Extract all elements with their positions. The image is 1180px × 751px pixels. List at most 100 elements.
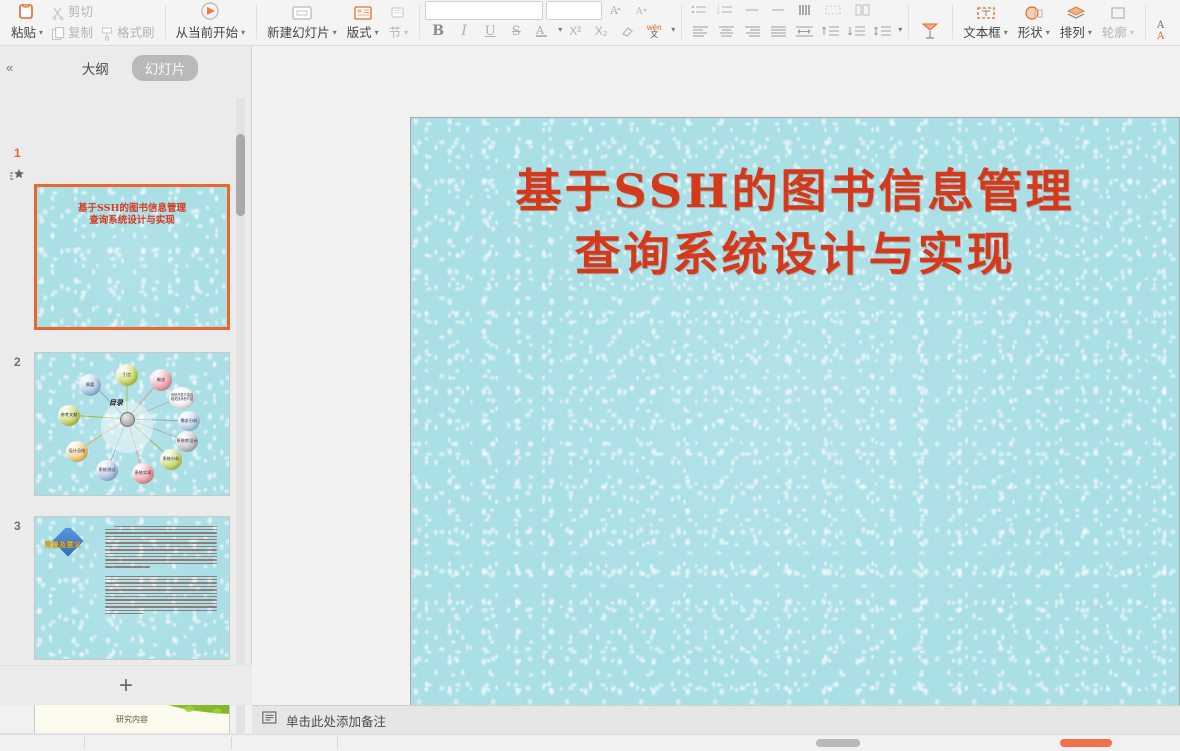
- current-slide-canvas[interactable]: 基于SSH的图书信息管理 查询系统设计与实现: [410, 117, 1180, 709]
- copy-button[interactable]: 复制: [48, 22, 97, 44]
- text-box-label: 文本框: [963, 26, 1001, 40]
- bold-button[interactable]: B: [426, 20, 450, 42]
- shapes-label: 形状: [1017, 26, 1043, 40]
- new-slide-icon: [289, 2, 315, 24]
- superscript-button[interactable]: X²: [563, 20, 587, 42]
- notes-placeholder: 单击此处添加备注: [286, 714, 387, 729]
- decrease-indent-button[interactable]: [740, 0, 764, 21]
- slide3-title-text: 背景及意义: [44, 542, 82, 550]
- format-painter-label: 格式刷: [117, 26, 155, 40]
- tab-outline[interactable]: 大纲: [69, 55, 122, 81]
- panel-tabs: 大纲 幻灯片: [53, 55, 199, 81]
- strikethrough-button[interactable]: S: [504, 20, 528, 42]
- arrange-icon: [1065, 2, 1087, 24]
- shapes-button[interactable]: 形状 ▾: [1013, 0, 1055, 45]
- mindmap-node-6: 系统分析: [160, 449, 182, 470]
- copy-label: 复制: [68, 26, 94, 40]
- font-size-input[interactable]: [546, 0, 603, 20]
- chevron-down-icon: ▾: [1087, 28, 1092, 37]
- ribbon-group-clipboard: 粘贴 ▾ 剪切 复制 格式刷: [0, 0, 165, 45]
- outline-button[interactable]: 轮廓 ▾: [1097, 0, 1139, 45]
- chevron-down-icon: ▾: [671, 24, 676, 34]
- decrease-font-size-button[interactable]: A: [629, 0, 653, 21]
- justify-button[interactable]: [766, 20, 790, 42]
- status-separator-3: [337, 737, 338, 749]
- outline-icon: [1108, 2, 1128, 24]
- slide-editing-stage[interactable]: 基于SSH的图书信息管理 查询系统设计与实现: [252, 46, 1180, 709]
- mindmap-node-5: 系统库设计: [176, 431, 198, 452]
- collapse-panel-button[interactable]: «: [6, 60, 13, 75]
- status-pill-gray[interactable]: [816, 739, 860, 747]
- clear-format-button[interactable]: [615, 20, 639, 42]
- slides-panel-header: « 大纲 幻灯片: [0, 46, 251, 90]
- text-direction-button[interactable]: [792, 0, 816, 21]
- cut-button[interactable]: 剪切: [48, 2, 97, 22]
- slide3-body-text: [104, 525, 218, 651]
- pinyin-button[interactable]: wén 文: [641, 20, 667, 42]
- align-center-button[interactable]: [714, 20, 738, 42]
- layout-button[interactable]: 版式 ▾: [342, 0, 384, 45]
- text-box-icon: [974, 2, 998, 24]
- chevron-down-icon: ▾: [39, 28, 44, 37]
- slide4-title: 研究内容: [116, 715, 148, 725]
- text-box-button[interactable]: 文本框 ▾: [958, 0, 1013, 45]
- slides-panel-scrollbar-thumb[interactable]: [236, 134, 245, 216]
- copy-icon: [52, 25, 65, 41]
- status-slot-2: [85, 735, 231, 751]
- italic-button[interactable]: I: [452, 20, 476, 42]
- increase-indent-button[interactable]: [766, 0, 790, 21]
- svg-text:2: 2: [717, 10, 720, 16]
- slide-thumbnail-3[interactable]: 背景及意义: [34, 516, 230, 660]
- line-spacing-increase-button[interactable]: [818, 20, 842, 42]
- mindmap-hub: [120, 412, 135, 427]
- columns-button[interactable]: [850, 0, 876, 21]
- slide-title-textbox[interactable]: 基于SSH的图书信息管理 查询系统设计与实现: [411, 160, 1179, 287]
- paste-button[interactable]: 粘贴 ▾: [6, 0, 48, 45]
- tab-slides[interactable]: 幻灯片: [131, 55, 199, 81]
- status-pill-orange[interactable]: [1060, 739, 1112, 747]
- status-slot-3: [232, 735, 337, 751]
- distribute-button[interactable]: [792, 20, 816, 42]
- format-painter-icon: [101, 25, 114, 41]
- section-button[interactable]: 节 ▾: [384, 0, 414, 45]
- svg-text:A: A: [609, 4, 619, 17]
- arrange-button[interactable]: 排列 ▾: [1055, 0, 1097, 45]
- play-from-current-button[interactable]: 从当前开始 ▾: [171, 0, 251, 45]
- play-from-current-label: 从当前开始: [175, 26, 239, 40]
- layout-icon: [352, 2, 374, 24]
- subscript-button[interactable]: X₂: [589, 20, 613, 42]
- ribbon-group-drawing: 文本框 ▾ 形状 ▾ 排列 ▾ 轮廓 ▾: [952, 0, 1145, 45]
- mindmap-node-3: 系统开发介绍及 相关技术的介绍: [169, 387, 195, 409]
- ribbon-toolbar: 粘贴 ▾ 剪切 复制 格式刷 从当前开始 ▾ 新建幻灯片 ▾ 版式 ▾ 节 ▾ …: [0, 0, 1180, 46]
- increase-font-size-button[interactable]: A: [603, 0, 627, 21]
- align-text-button[interactable]: [818, 0, 848, 21]
- align-left-button[interactable]: [688, 20, 712, 42]
- underline-button[interactable]: U: [478, 20, 502, 42]
- font-name-input[interactable]: [425, 0, 544, 20]
- chevron-down-icon: ▾: [1003, 28, 1008, 37]
- slide3-title-shape: 背景及意义: [44, 528, 113, 559]
- font-color-button[interactable]: A: [530, 20, 554, 42]
- mindmap-node-7: 系统实现: [132, 463, 154, 484]
- text-style-button[interactable]: AA: [1151, 0, 1177, 45]
- add-slide-button[interactable]: +: [0, 665, 252, 705]
- layout-label: 版式: [346, 26, 372, 40]
- line-spacing-button[interactable]: [870, 20, 894, 42]
- numbering-button[interactable]: 12: [714, 0, 738, 21]
- ribbon-group-slides: 新建幻灯片 ▾ 版式 ▾ 节 ▾: [256, 0, 419, 45]
- format-painter-button[interactable]: 格式刷: [97, 22, 159, 44]
- smartart-icon: [919, 20, 941, 42]
- cut-icon: [52, 4, 65, 20]
- bullets-button[interactable]: [688, 0, 712, 21]
- paste-icon: [16, 2, 38, 24]
- slide-thumbnail-2[interactable]: 摘要 引言 概述 系统开发介绍及 相关技术的介绍 需求分析 系统库设计 系统分析…: [34, 352, 230, 496]
- notes-pane[interactable]: 单击此处添加备注: [252, 705, 1180, 734]
- new-slide-button[interactable]: 新建幻灯片 ▾: [262, 0, 342, 45]
- notes-icon: [262, 710, 277, 730]
- line-spacing-decrease-button[interactable]: [844, 20, 868, 42]
- slide-thumbnail-list[interactable]: 1 基于SSH的图书信息管理 查询系统设计与实现 2 摘要 引言 概述 系统开发…: [0, 90, 252, 750]
- align-right-button[interactable]: [740, 20, 764, 42]
- convert-to-smartart-button[interactable]: [914, 0, 946, 45]
- chevron-down-icon: ▾: [332, 28, 337, 37]
- slide-thumbnail-1[interactable]: 基于SSH的图书信息管理 查询系统设计与实现: [34, 184, 230, 330]
